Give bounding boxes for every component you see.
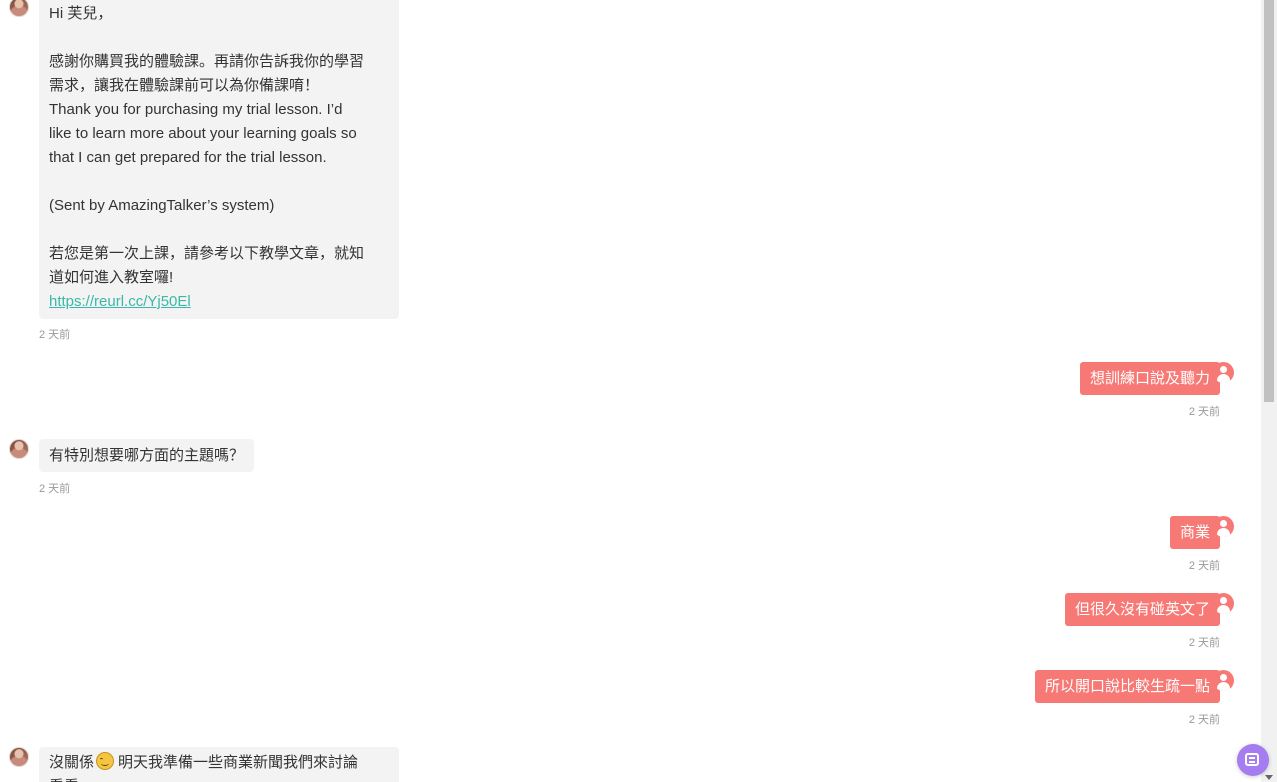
chat-list-button[interactable] [1237,744,1269,776]
tutorial-link[interactable]: https://reurl.cc/Yj50El [49,293,191,310]
message-bubble-incoming: Hi 芙兒， 感謝你購買我的體驗課。再請你告訴我你的學習 需求，讓我在體驗課前可… [39,0,399,319]
tutor-avatar[interactable] [9,0,29,17]
chat-list-icon [1245,753,1259,766]
message-text: 沒關係 [49,754,95,771]
message-bubble-outgoing: 商業 [1169,516,1220,549]
message-text: like to learn more about your learning g… [49,125,357,142]
system-note: (Sent by AmazingTalker’s system) [49,197,275,214]
message-bubble-outgoing: 但很久沒有碰英文了 [1064,593,1220,626]
scrollbar-thumb[interactable] [1264,0,1274,402]
message-timestamp: 2 天前 [1188,560,1220,572]
user-circle-icon [1213,593,1234,614]
user-circle-icon [1213,516,1234,537]
message-timestamp: 2 天前 [1188,406,1220,418]
message-text: 有特別想要哪方面的主題嗎？ [49,447,245,464]
chat-thread: Hi 芙兒， 感謝你購買我的體驗課。再請你告訴我你的學習 需求，讓我在體驗課前可… [0,0,1261,782]
message-greeting: Hi 芙兒， [49,5,113,22]
message-bubble-outgoing: 想訓練口說及聽力 [1079,362,1220,395]
message-text: 若您是第一次上課，請參考以下教學文章，就知 [49,245,365,262]
message-timestamp: 2 天前 [1188,637,1220,649]
tutor-avatar[interactable] [9,439,29,459]
message-text: 感謝你購買我的體驗課。再請你告訴我你的學習 [49,53,365,70]
message-text: 明天我準備一些商業新聞我們來討論 [118,754,359,771]
message-text: Thank you for purchasing my trial lesson… [49,101,343,118]
message-text: 需求，讓我在體驗課前可以為你備課唷！ [49,77,320,94]
message-bubble-incoming: 沒關係 明天我準備一些商業新聞我們來討論 看看 [39,747,399,782]
message-timestamp: 2 天前 [39,329,71,341]
message-text: 道如何進入教室囉! [49,269,174,286]
scrollbar[interactable] [1261,0,1277,782]
message-bubble-outgoing: 所以開口說比較生疏一點 [1034,670,1220,703]
message-bubble-incoming: 有特別想要哪方面的主題嗎？ [39,439,255,472]
scroll-down-arrow-icon[interactable] [1265,775,1273,780]
message-text: 看看 [49,775,389,782]
message-timestamp: 2 天前 [1188,714,1220,726]
tutor-avatar[interactable] [9,747,29,767]
message-timestamp: 2 天前 [39,483,71,495]
user-circle-icon [1213,362,1234,383]
message-text: that I can get prepared for the trial le… [49,149,327,166]
user-circle-icon [1213,670,1234,691]
smiling-face-icon [96,752,115,770]
